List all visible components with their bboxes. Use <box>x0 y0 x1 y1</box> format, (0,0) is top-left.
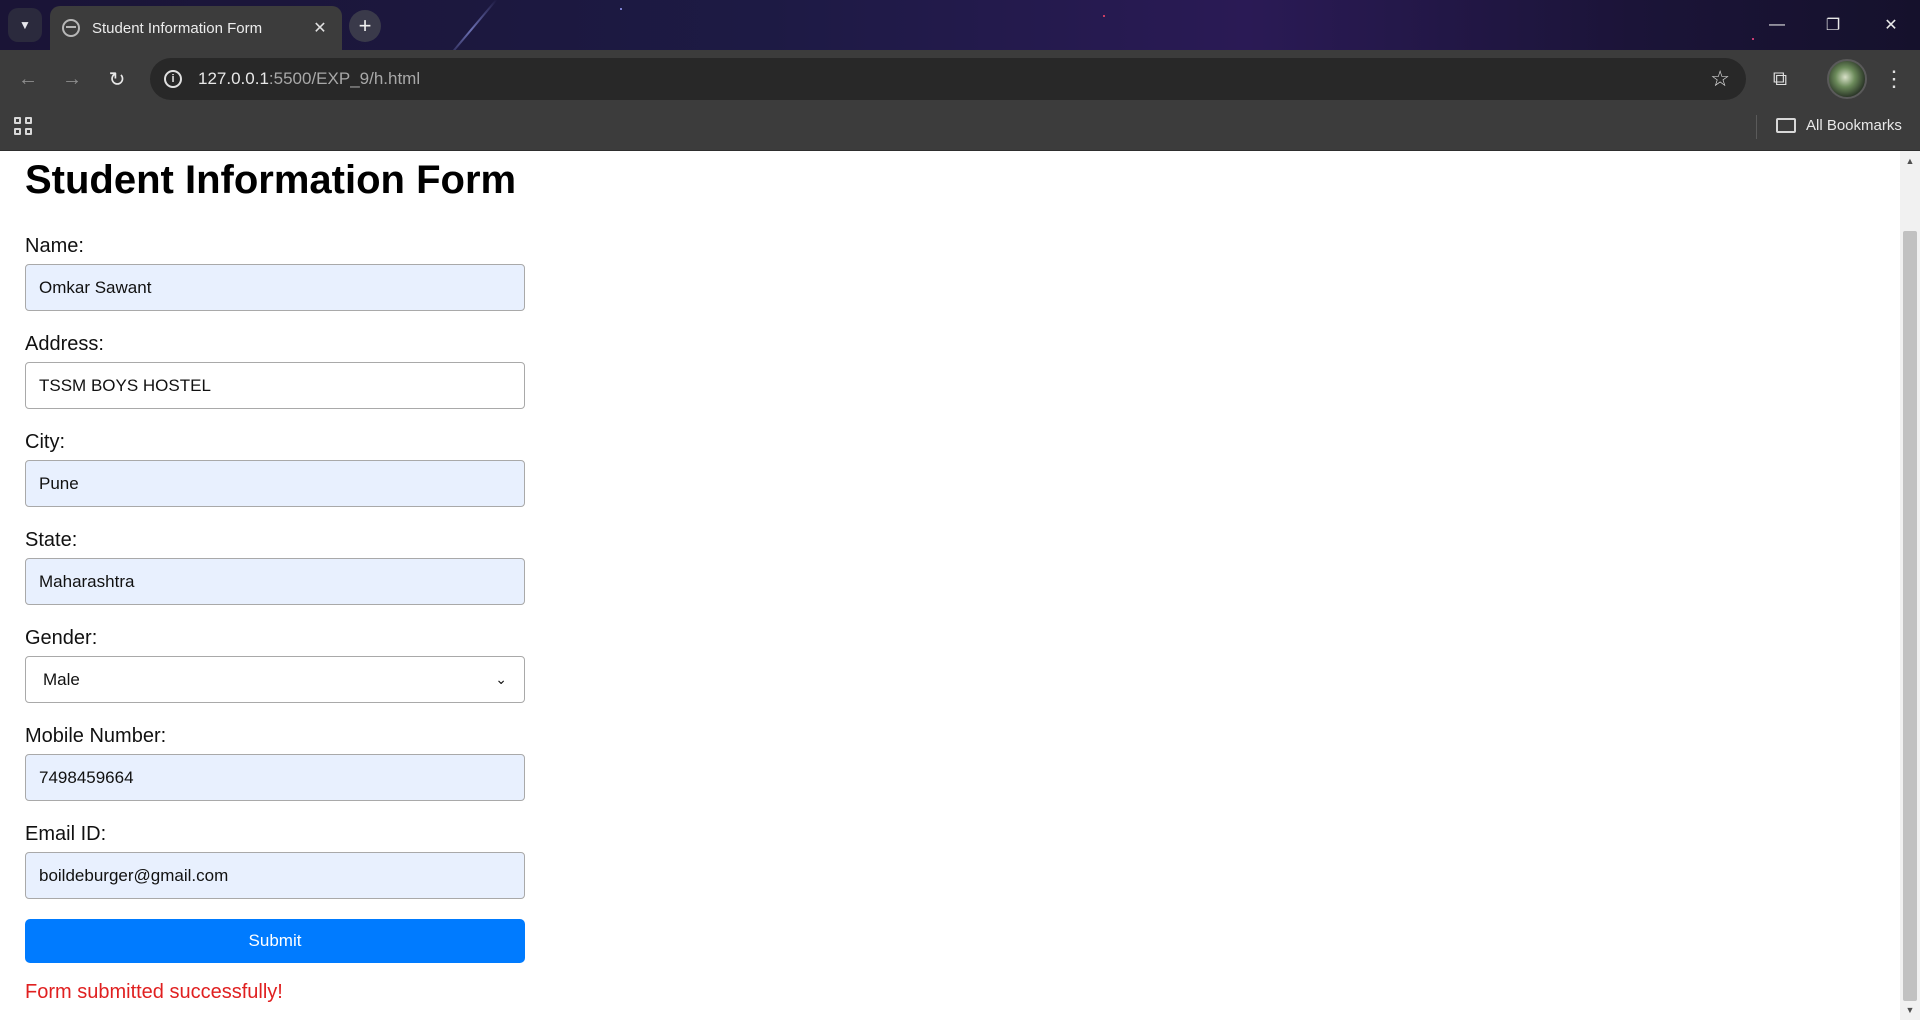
wallpaper-star <box>1752 38 1754 40</box>
gender-selected-value: Male <box>43 669 80 689</box>
wallpaper-star <box>1103 15 1105 17</box>
wallpaper-streak <box>444 0 498 50</box>
name-input[interactable]: Omkar Sawant <box>25 264 525 311</box>
forward-button[interactable]: → <box>58 65 86 93</box>
extensions-puzzle-icon[interactable]: ⧉ <box>1766 65 1794 93</box>
state-label: State: <box>25 529 78 551</box>
gender-select[interactable]: Male ⌄ <box>25 656 525 703</box>
email-label: Email ID: <box>25 823 107 845</box>
success-message: Form submitted successfully! <box>25 981 283 1003</box>
city-label: City: <box>25 431 65 453</box>
page-scrollbar[interactable]: ▲ ▼ <box>1900 151 1920 1020</box>
mobile-input[interactable]: 7498459664 <box>25 754 525 801</box>
bookmark-star-icon[interactable]: ☆ <box>1710 66 1730 92</box>
chevron-down-icon: ⌄ <box>495 671 507 687</box>
reload-button[interactable]: ↻ <box>103 65 131 93</box>
student-form: Student Information Form Name: Omkar Saw… <box>25 151 525 1004</box>
restore-button[interactable]: ❐ <box>1818 10 1848 40</box>
more-menu-icon[interactable]: ⋮ <box>1880 65 1908 93</box>
globe-icon <box>62 19 80 37</box>
scroll-down-icon[interactable]: ▼ <box>1900 1002 1920 1018</box>
folder-icon <box>1776 118 1796 133</box>
all-bookmarks-label: All Bookmarks <box>1806 117 1902 134</box>
mobile-label: Mobile Number: <box>25 725 167 747</box>
back-button[interactable]: ← <box>14 65 42 93</box>
name-label: Name: <box>25 235 84 257</box>
address-input[interactable]: TSSM BOYS HOSTEL <box>25 362 525 409</box>
url-path: :5500/EXP_9/h.html <box>268 69 421 88</box>
city-input[interactable]: Pune <box>25 460 525 507</box>
chevron-down-icon: ▼ <box>19 18 31 32</box>
browser-toolbar: ← → ↻ i 127.0.0.1 :5500/EXP_9/h.html ☆ ⧉… <box>0 50 1920 107</box>
new-tab-button[interactable]: + <box>349 10 381 42</box>
tab-title: Student Information Form <box>92 19 263 37</box>
minimize-button[interactable]: — <box>1762 10 1792 40</box>
page-title: Student Information Form <box>25 158 517 202</box>
state-input[interactable]: Maharashtra <box>25 558 525 605</box>
browser-tab[interactable]: Student Information Form ✕ <box>50 6 342 50</box>
address-label: Address: <box>25 333 104 355</box>
wallpaper-star <box>620 8 622 10</box>
apps-grid-icon[interactable] <box>14 117 34 137</box>
page-content: Student Information Form Name: Omkar Saw… <box>0 151 1900 1020</box>
all-bookmarks-button[interactable]: All Bookmarks <box>1776 117 1902 134</box>
close-window-button[interactable]: ✕ <box>1876 10 1906 40</box>
gender-label: Gender: <box>25 627 98 649</box>
title-bar: ▼ Student Information Form ✕ + — ❐ ✕ <box>0 0 1920 50</box>
url-host: 127.0.0.1 <box>198 69 269 88</box>
profile-avatar[interactable] <box>1827 59 1867 99</box>
bookmarks-bar <box>0 107 1920 151</box>
address-bar[interactable]: i 127.0.0.1 :5500/EXP_9/h.html ☆ <box>150 58 1746 100</box>
submit-button[interactable]: Submit <box>25 919 525 963</box>
scrollbar-thumb[interactable] <box>1903 231 1917 1001</box>
tab-search-button[interactable]: ▼ <box>8 8 42 42</box>
site-info-icon[interactable]: i <box>164 70 182 88</box>
bookmarks-divider <box>1756 115 1757 139</box>
close-tab-icon[interactable]: ✕ <box>310 18 330 38</box>
email-input[interactable]: boildeburger@gmail.com <box>25 852 525 899</box>
scroll-up-icon[interactable]: ▲ <box>1900 153 1920 169</box>
